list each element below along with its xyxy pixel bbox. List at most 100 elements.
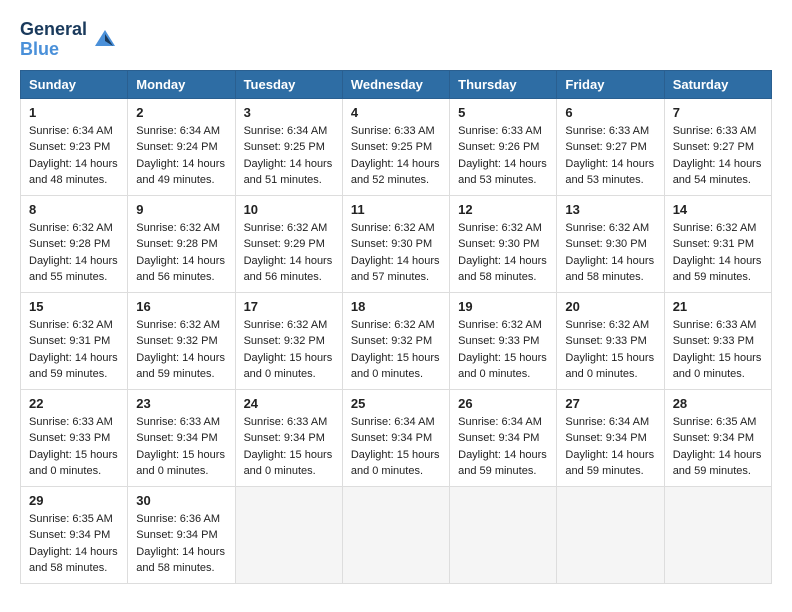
day-number: 28 bbox=[673, 396, 763, 411]
day-cell: 30 Sunrise: 6:36 AM Sunset: 9:34 PM Dayl… bbox=[128, 486, 235, 583]
header-row: SundayMondayTuesdayWednesdayThursdayFrid… bbox=[21, 70, 772, 98]
day-info: Sunrise: 6:33 AM Sunset: 9:26 PM Dayligh… bbox=[458, 123, 548, 189]
day-info: Sunrise: 6:32 AM Sunset: 9:31 PM Dayligh… bbox=[29, 317, 119, 383]
col-header-monday: Monday bbox=[128, 70, 235, 98]
week-row-2: 8 Sunrise: 6:32 AM Sunset: 9:28 PM Dayli… bbox=[21, 195, 772, 292]
day-info: Sunrise: 6:34 AM Sunset: 9:34 PM Dayligh… bbox=[565, 414, 655, 480]
day-info: Sunrise: 6:32 AM Sunset: 9:33 PM Dayligh… bbox=[458, 317, 548, 383]
day-cell: 21 Sunrise: 6:33 AM Sunset: 9:33 PM Dayl… bbox=[664, 292, 771, 389]
day-info: Sunrise: 6:33 AM Sunset: 9:25 PM Dayligh… bbox=[351, 123, 441, 189]
day-number: 19 bbox=[458, 299, 548, 314]
day-number: 21 bbox=[673, 299, 763, 314]
day-info: Sunrise: 6:34 AM Sunset: 9:24 PM Dayligh… bbox=[136, 123, 226, 189]
col-header-saturday: Saturday bbox=[664, 70, 771, 98]
day-info: Sunrise: 6:33 AM Sunset: 9:33 PM Dayligh… bbox=[29, 414, 119, 480]
day-info: Sunrise: 6:32 AM Sunset: 9:28 PM Dayligh… bbox=[29, 220, 119, 286]
day-info: Sunrise: 6:36 AM Sunset: 9:34 PM Dayligh… bbox=[136, 511, 226, 577]
day-cell bbox=[557, 486, 664, 583]
day-number: 9 bbox=[136, 202, 226, 217]
day-info: Sunrise: 6:32 AM Sunset: 9:30 PM Dayligh… bbox=[565, 220, 655, 286]
day-number: 6 bbox=[565, 105, 655, 120]
day-cell: 9 Sunrise: 6:32 AM Sunset: 9:28 PM Dayli… bbox=[128, 195, 235, 292]
day-number: 23 bbox=[136, 396, 226, 411]
page-header: GeneralBlue bbox=[20, 20, 772, 60]
day-cell: 6 Sunrise: 6:33 AM Sunset: 9:27 PM Dayli… bbox=[557, 98, 664, 195]
day-info: Sunrise: 6:32 AM Sunset: 9:32 PM Dayligh… bbox=[244, 317, 334, 383]
day-number: 16 bbox=[136, 299, 226, 314]
day-number: 22 bbox=[29, 396, 119, 411]
day-number: 7 bbox=[673, 105, 763, 120]
day-info: Sunrise: 6:32 AM Sunset: 9:30 PM Dayligh… bbox=[458, 220, 548, 286]
day-info: Sunrise: 6:33 AM Sunset: 9:27 PM Dayligh… bbox=[565, 123, 655, 189]
day-number: 24 bbox=[244, 396, 334, 411]
day-info: Sunrise: 6:34 AM Sunset: 9:34 PM Dayligh… bbox=[458, 414, 548, 480]
col-header-tuesday: Tuesday bbox=[235, 70, 342, 98]
day-number: 14 bbox=[673, 202, 763, 217]
day-info: Sunrise: 6:32 AM Sunset: 9:30 PM Dayligh… bbox=[351, 220, 441, 286]
day-number: 26 bbox=[458, 396, 548, 411]
day-info: Sunrise: 6:35 AM Sunset: 9:34 PM Dayligh… bbox=[29, 511, 119, 577]
day-cell: 5 Sunrise: 6:33 AM Sunset: 9:26 PM Dayli… bbox=[450, 98, 557, 195]
day-number: 5 bbox=[458, 105, 548, 120]
day-cell: 29 Sunrise: 6:35 AM Sunset: 9:34 PM Dayl… bbox=[21, 486, 128, 583]
day-info: Sunrise: 6:35 AM Sunset: 9:34 PM Dayligh… bbox=[673, 414, 763, 480]
day-info: Sunrise: 6:32 AM Sunset: 9:32 PM Dayligh… bbox=[351, 317, 441, 383]
day-number: 17 bbox=[244, 299, 334, 314]
calendar-table: SundayMondayTuesdayWednesdayThursdayFrid… bbox=[20, 70, 772, 584]
day-cell: 8 Sunrise: 6:32 AM Sunset: 9:28 PM Dayli… bbox=[21, 195, 128, 292]
day-number: 13 bbox=[565, 202, 655, 217]
day-info: Sunrise: 6:34 AM Sunset: 9:34 PM Dayligh… bbox=[351, 414, 441, 480]
week-row-5: 29 Sunrise: 6:35 AM Sunset: 9:34 PM Dayl… bbox=[21, 486, 772, 583]
day-cell: 1 Sunrise: 6:34 AM Sunset: 9:23 PM Dayli… bbox=[21, 98, 128, 195]
day-cell bbox=[235, 486, 342, 583]
day-cell: 26 Sunrise: 6:34 AM Sunset: 9:34 PM Dayl… bbox=[450, 389, 557, 486]
day-info: Sunrise: 6:32 AM Sunset: 9:28 PM Dayligh… bbox=[136, 220, 226, 286]
day-cell: 23 Sunrise: 6:33 AM Sunset: 9:34 PM Dayl… bbox=[128, 389, 235, 486]
week-row-4: 22 Sunrise: 6:33 AM Sunset: 9:33 PM Dayl… bbox=[21, 389, 772, 486]
day-number: 2 bbox=[136, 105, 226, 120]
day-cell bbox=[664, 486, 771, 583]
day-number: 12 bbox=[458, 202, 548, 217]
day-info: Sunrise: 6:33 AM Sunset: 9:33 PM Dayligh… bbox=[673, 317, 763, 383]
day-cell: 13 Sunrise: 6:32 AM Sunset: 9:30 PM Dayl… bbox=[557, 195, 664, 292]
day-cell: 25 Sunrise: 6:34 AM Sunset: 9:34 PM Dayl… bbox=[342, 389, 449, 486]
col-header-wednesday: Wednesday bbox=[342, 70, 449, 98]
day-number: 8 bbox=[29, 202, 119, 217]
day-number: 27 bbox=[565, 396, 655, 411]
day-cell bbox=[342, 486, 449, 583]
day-info: Sunrise: 6:32 AM Sunset: 9:29 PM Dayligh… bbox=[244, 220, 334, 286]
day-cell: 4 Sunrise: 6:33 AM Sunset: 9:25 PM Dayli… bbox=[342, 98, 449, 195]
day-cell: 11 Sunrise: 6:32 AM Sunset: 9:30 PM Dayl… bbox=[342, 195, 449, 292]
day-number: 20 bbox=[565, 299, 655, 314]
day-cell bbox=[450, 486, 557, 583]
day-cell: 16 Sunrise: 6:32 AM Sunset: 9:32 PM Dayl… bbox=[128, 292, 235, 389]
day-info: Sunrise: 6:32 AM Sunset: 9:31 PM Dayligh… bbox=[673, 220, 763, 286]
day-info: Sunrise: 6:33 AM Sunset: 9:27 PM Dayligh… bbox=[673, 123, 763, 189]
day-cell: 2 Sunrise: 6:34 AM Sunset: 9:24 PM Dayli… bbox=[128, 98, 235, 195]
day-info: Sunrise: 6:32 AM Sunset: 9:33 PM Dayligh… bbox=[565, 317, 655, 383]
day-cell: 19 Sunrise: 6:32 AM Sunset: 9:33 PM Dayl… bbox=[450, 292, 557, 389]
day-cell: 15 Sunrise: 6:32 AM Sunset: 9:31 PM Dayl… bbox=[21, 292, 128, 389]
logo: GeneralBlue bbox=[20, 20, 119, 60]
day-cell: 10 Sunrise: 6:32 AM Sunset: 9:29 PM Dayl… bbox=[235, 195, 342, 292]
day-cell: 24 Sunrise: 6:33 AM Sunset: 9:34 PM Dayl… bbox=[235, 389, 342, 486]
day-number: 3 bbox=[244, 105, 334, 120]
week-row-1: 1 Sunrise: 6:34 AM Sunset: 9:23 PM Dayli… bbox=[21, 98, 772, 195]
day-number: 15 bbox=[29, 299, 119, 314]
day-number: 10 bbox=[244, 202, 334, 217]
logo-icon bbox=[91, 26, 119, 54]
day-info: Sunrise: 6:33 AM Sunset: 9:34 PM Dayligh… bbox=[136, 414, 226, 480]
day-info: Sunrise: 6:34 AM Sunset: 9:23 PM Dayligh… bbox=[29, 123, 119, 189]
col-header-thursday: Thursday bbox=[450, 70, 557, 98]
day-number: 30 bbox=[136, 493, 226, 508]
day-cell: 28 Sunrise: 6:35 AM Sunset: 9:34 PM Dayl… bbox=[664, 389, 771, 486]
day-number: 29 bbox=[29, 493, 119, 508]
day-cell: 14 Sunrise: 6:32 AM Sunset: 9:31 PM Dayl… bbox=[664, 195, 771, 292]
day-cell: 22 Sunrise: 6:33 AM Sunset: 9:33 PM Dayl… bbox=[21, 389, 128, 486]
day-info: Sunrise: 6:34 AM Sunset: 9:25 PM Dayligh… bbox=[244, 123, 334, 189]
day-cell: 20 Sunrise: 6:32 AM Sunset: 9:33 PM Dayl… bbox=[557, 292, 664, 389]
week-row-3: 15 Sunrise: 6:32 AM Sunset: 9:31 PM Dayl… bbox=[21, 292, 772, 389]
day-number: 4 bbox=[351, 105, 441, 120]
day-cell: 27 Sunrise: 6:34 AM Sunset: 9:34 PM Dayl… bbox=[557, 389, 664, 486]
col-header-friday: Friday bbox=[557, 70, 664, 98]
